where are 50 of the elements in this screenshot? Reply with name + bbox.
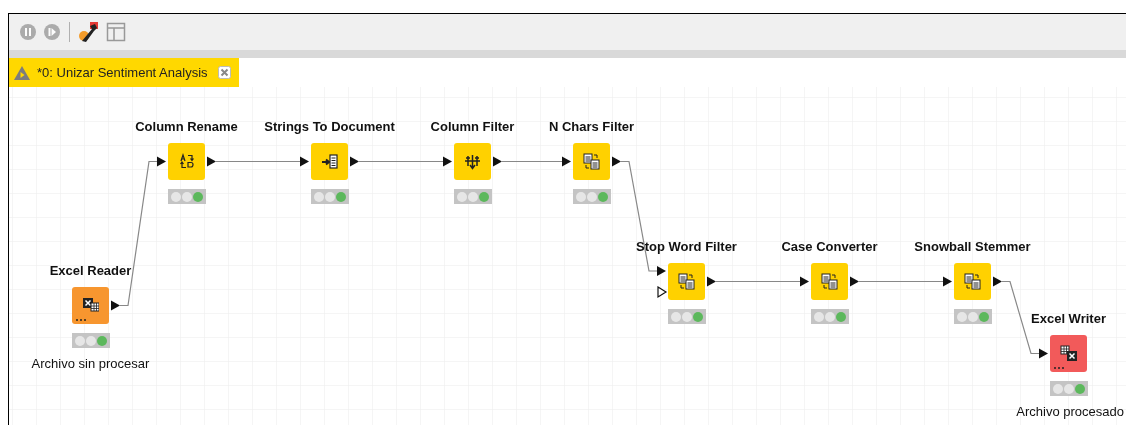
node-glyph-icon	[964, 273, 981, 290]
tab-title: *0: Unizar Sentiment Analysis	[37, 63, 208, 82]
node-tile[interactable]	[168, 143, 205, 180]
node-label: Snowball Stemmer	[913, 238, 1032, 256]
node-tile[interactable]	[311, 143, 348, 180]
node-tile[interactable]	[454, 143, 491, 180]
node-glyph-icon	[583, 153, 600, 170]
node-tile[interactable]	[573, 143, 610, 180]
node-annotation: Archivo sin procesar	[30, 355, 151, 373]
input-port[interactable]	[300, 156, 309, 167]
input-port[interactable]	[157, 156, 166, 167]
node-tile[interactable]	[1050, 335, 1087, 372]
node-tile[interactable]	[811, 263, 848, 300]
output-port[interactable]	[707, 276, 716, 287]
output-port[interactable]	[612, 156, 621, 167]
node-tile[interactable]	[668, 263, 705, 300]
node-label: Case Converter	[780, 238, 879, 256]
node-glyph-icon	[321, 153, 338, 170]
node-label: Column Rename	[134, 118, 239, 136]
input-port[interactable]	[657, 266, 666, 276]
node-tile[interactable]	[954, 263, 991, 300]
node-glyph-icon	[464, 153, 481, 170]
output-port[interactable]	[111, 300, 120, 311]
input-port[interactable]	[943, 276, 952, 287]
output-port[interactable]	[493, 156, 502, 167]
node-glyph-icon	[678, 273, 695, 290]
wrench-icon[interactable]	[78, 21, 100, 43]
node-glyph-icon	[1060, 345, 1077, 362]
node-label: Strings To Document	[263, 118, 396, 136]
node-label: Column Filter	[429, 118, 516, 136]
input-port[interactable]	[562, 156, 571, 167]
workflow-tab[interactable]: *0: Unizar Sentiment Analysis	[9, 58, 239, 87]
output-port[interactable]	[993, 276, 1002, 287]
connection-line	[500, 160, 565, 163]
node-label: Stop Word Filter	[635, 238, 738, 256]
output-port[interactable]	[207, 156, 216, 167]
node-glyph-icon	[82, 297, 99, 314]
input-port[interactable]	[1039, 348, 1048, 359]
node-glyph-icon	[821, 273, 838, 290]
output-port[interactable]	[850, 276, 859, 287]
output-port[interactable]	[350, 156, 359, 167]
node-annotation: Archivo procesado	[1015, 403, 1124, 421]
node-glyph-icon	[178, 153, 195, 170]
node-label: Excel Writer	[1030, 310, 1107, 328]
input-port[interactable]	[800, 276, 809, 287]
input-port[interactable]	[443, 156, 452, 167]
warning-icon	[13, 64, 31, 81]
node-tile[interactable]	[72, 287, 109, 324]
close-icon[interactable]	[217, 66, 231, 79]
node-label: Excel Reader	[48, 262, 133, 280]
